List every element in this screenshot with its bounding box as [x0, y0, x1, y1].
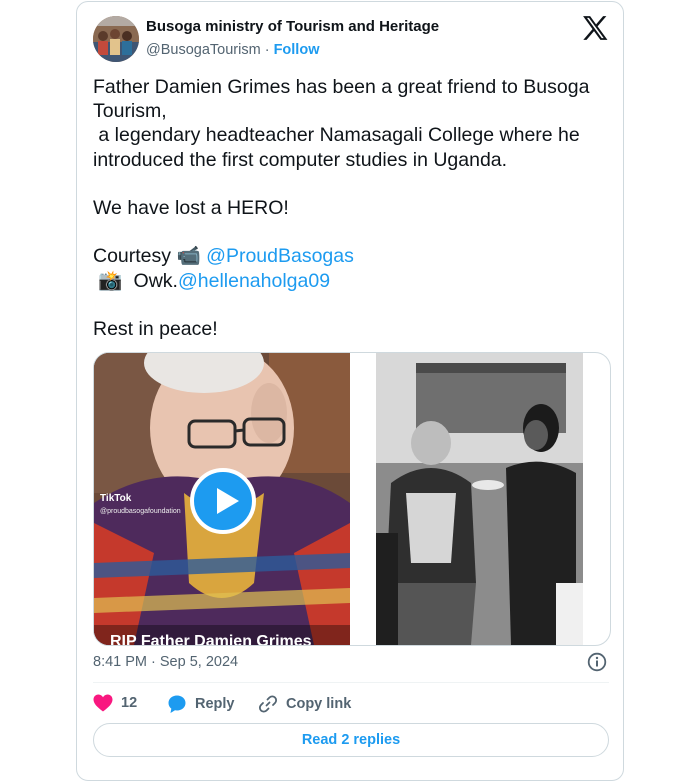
tweet-line: introduced the first computer studies in…: [93, 148, 508, 171]
copy-link-label: Copy link: [286, 696, 352, 712]
link-icon: [258, 695, 278, 713]
info-icon[interactable]: [587, 652, 607, 672]
tiktok-label: TikTok: [100, 493, 132, 504]
photo-credit-prefix: 📸 Owk.: [93, 269, 178, 292]
tweet-line: [93, 293, 613, 317]
mention-link[interactable]: @hellenaholga09: [178, 270, 330, 292]
reply-button[interactable]: Reply: [167, 694, 235, 714]
like-button[interactable]: 12: [93, 694, 137, 712]
photo-thumbnail[interactable]: [376, 353, 583, 645]
tweet-line: Rest in peace!: [93, 317, 218, 340]
courtesy-prefix: Courtesy 📹: [93, 245, 207, 268]
tweet-line: a legendary headteacher Namasagali Colle…: [93, 124, 580, 147]
play-button[interactable]: [190, 468, 256, 534]
tweet-line: Father Damien Grimes has been a great fr…: [93, 76, 590, 98]
tweet-timestamp[interactable]: 8:41 PM · Sep 5, 2024: [93, 654, 238, 670]
tweet-line: We have lost a HERO!: [93, 196, 289, 219]
author-handle-row: @BusogaTourism · Follow: [146, 42, 319, 58]
tweet-media[interactable]: TikTok @proudbasogafoundation RIP Father…: [93, 352, 611, 646]
tweet-line: [93, 172, 613, 196]
reply-label: Reply: [195, 696, 235, 712]
follow-button[interactable]: Follow: [274, 42, 320, 58]
video-thumbnail[interactable]: TikTok @proudbasogafoundation RIP Father…: [94, 353, 350, 645]
copy-link-button[interactable]: Copy link: [258, 694, 351, 714]
heart-icon: [93, 694, 113, 712]
divider: [93, 682, 609, 683]
tweet-line-photo-credit: 📸 Owk.@hellenaholga09: [93, 269, 613, 293]
x-logo-icon[interactable]: [582, 16, 608, 40]
tweet-line: Tourism,: [93, 100, 167, 123]
video-caption: RIP Father Damien Grimes: [110, 633, 312, 645]
tweet-line-courtesy: Courtesy 📹 @ProudBasogas: [93, 244, 613, 268]
mention-link[interactable]: @ProudBasogas: [206, 245, 354, 267]
author-name[interactable]: Busoga ministry of Tourism and Heritage: [146, 18, 439, 35]
embedded-tweet-card: Busoga ministry of Tourism and Heritage …: [76, 1, 624, 781]
reply-bubble-icon: [168, 695, 186, 713]
tweet-line: [93, 220, 613, 244]
author-handle[interactable]: @BusogaTourism: [146, 42, 261, 58]
tiktok-handle: @proudbasogafoundation: [100, 508, 181, 515]
tweet-text: Father Damien Grimes has been a great fr…: [93, 75, 613, 341]
author-avatar[interactable]: [93, 16, 139, 62]
like-count: 12: [121, 695, 138, 711]
read-replies-button[interactable]: Read 2 replies: [93, 723, 609, 757]
handle-separator: ·: [264, 42, 270, 58]
